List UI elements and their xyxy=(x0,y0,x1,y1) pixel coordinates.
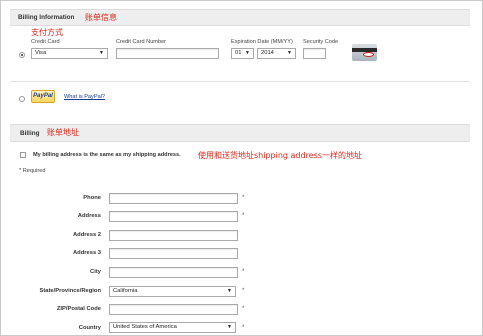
city-required: * xyxy=(242,269,245,275)
dropdown-arrow-icon: ▼ xyxy=(227,288,232,294)
security-code-label: Security Code xyxy=(303,39,339,45)
address-label: Address xyxy=(77,213,101,219)
security-code-input[interactable] xyxy=(303,48,326,59)
credit-card-select[interactable]: Visa ▼ xyxy=(31,48,108,59)
zip-input[interactable] xyxy=(109,304,238,315)
cvv-card-icon xyxy=(352,44,377,61)
expiration-label: Expiration Date (MM/YY) xyxy=(231,39,293,45)
address-required: * xyxy=(242,213,245,219)
billing-information-bar: Billing Information 账单信息 xyxy=(10,9,470,26)
billing-information-annotation: 账单信息 xyxy=(85,13,117,22)
country-value: United States of America xyxy=(113,324,177,330)
paypal-logo-text: PayPal xyxy=(33,93,53,99)
address3-label: Address 3 xyxy=(72,250,101,256)
state-value: California xyxy=(113,288,138,294)
phone-label: Phone xyxy=(83,195,101,201)
paypal-radio[interactable] xyxy=(19,96,25,102)
expiration-year-value: 2014 xyxy=(261,50,274,56)
address3-input[interactable] xyxy=(109,248,238,259)
paypal-logo-icon[interactable]: PayPal xyxy=(31,90,55,103)
city-input[interactable] xyxy=(109,267,238,278)
payment-method-annotation: 支付方式 xyxy=(31,28,63,37)
card-number-input[interactable] xyxy=(116,48,219,59)
billing-address-annotation: 账单地址 xyxy=(47,128,79,137)
address2-label: Address 2 xyxy=(72,232,101,238)
same-address-label[interactable]: My billing address is the same as my shi… xyxy=(33,152,181,158)
card-number-label: Credit Card Number xyxy=(116,39,167,45)
zip-label: ZIP/Postal Code xyxy=(56,306,101,312)
expiration-year-select[interactable]: 2014 ▼ xyxy=(257,48,296,59)
state-label: State/Province/Region xyxy=(39,288,101,294)
credit-card-radio[interactable] xyxy=(19,52,25,58)
address-input[interactable] xyxy=(109,211,238,222)
payment-divider xyxy=(10,81,470,82)
checkout-panel: Billing Information 账单信息 支付方式 Credit Car… xyxy=(0,0,483,336)
credit-card-value: Visa xyxy=(35,50,47,56)
dropdown-arrow-icon: ▼ xyxy=(227,324,232,330)
required-note: * Required xyxy=(19,168,46,174)
billing-information-title: Billing Information xyxy=(18,14,75,21)
phone-required: * xyxy=(242,195,245,201)
expiration-month-select[interactable]: 01 ▼ xyxy=(231,48,254,59)
dropdown-arrow-icon: ▼ xyxy=(245,50,250,56)
same-address-checkbox[interactable] xyxy=(20,152,26,158)
phone-input[interactable] xyxy=(109,193,238,204)
country-required: * xyxy=(242,325,245,331)
expiration-month-value: 01 xyxy=(235,50,242,56)
cvv-card-stripe xyxy=(352,48,377,52)
state-required: * xyxy=(242,288,245,294)
billing-address-bar: Billing 账单地址 xyxy=(10,124,470,142)
city-label: City xyxy=(90,269,101,275)
country-select[interactable]: United States of America ▼ xyxy=(109,322,236,333)
what-is-paypal-link[interactable]: What is PayPal? xyxy=(64,94,105,100)
billing-address-title: Billing xyxy=(20,130,40,137)
zip-required: * xyxy=(242,306,245,312)
dropdown-arrow-icon: ▼ xyxy=(287,50,292,56)
state-select[interactable]: California ▼ xyxy=(109,286,236,297)
country-label: Country xyxy=(78,325,101,331)
credit-card-label: Credit Card xyxy=(31,39,60,45)
address2-input[interactable] xyxy=(109,230,238,241)
same-address-annotation: 使用和送货地址shipping address一样的地址 xyxy=(198,151,362,160)
dropdown-arrow-icon: ▼ xyxy=(99,50,104,56)
cvv-highlight-oval xyxy=(363,52,374,57)
